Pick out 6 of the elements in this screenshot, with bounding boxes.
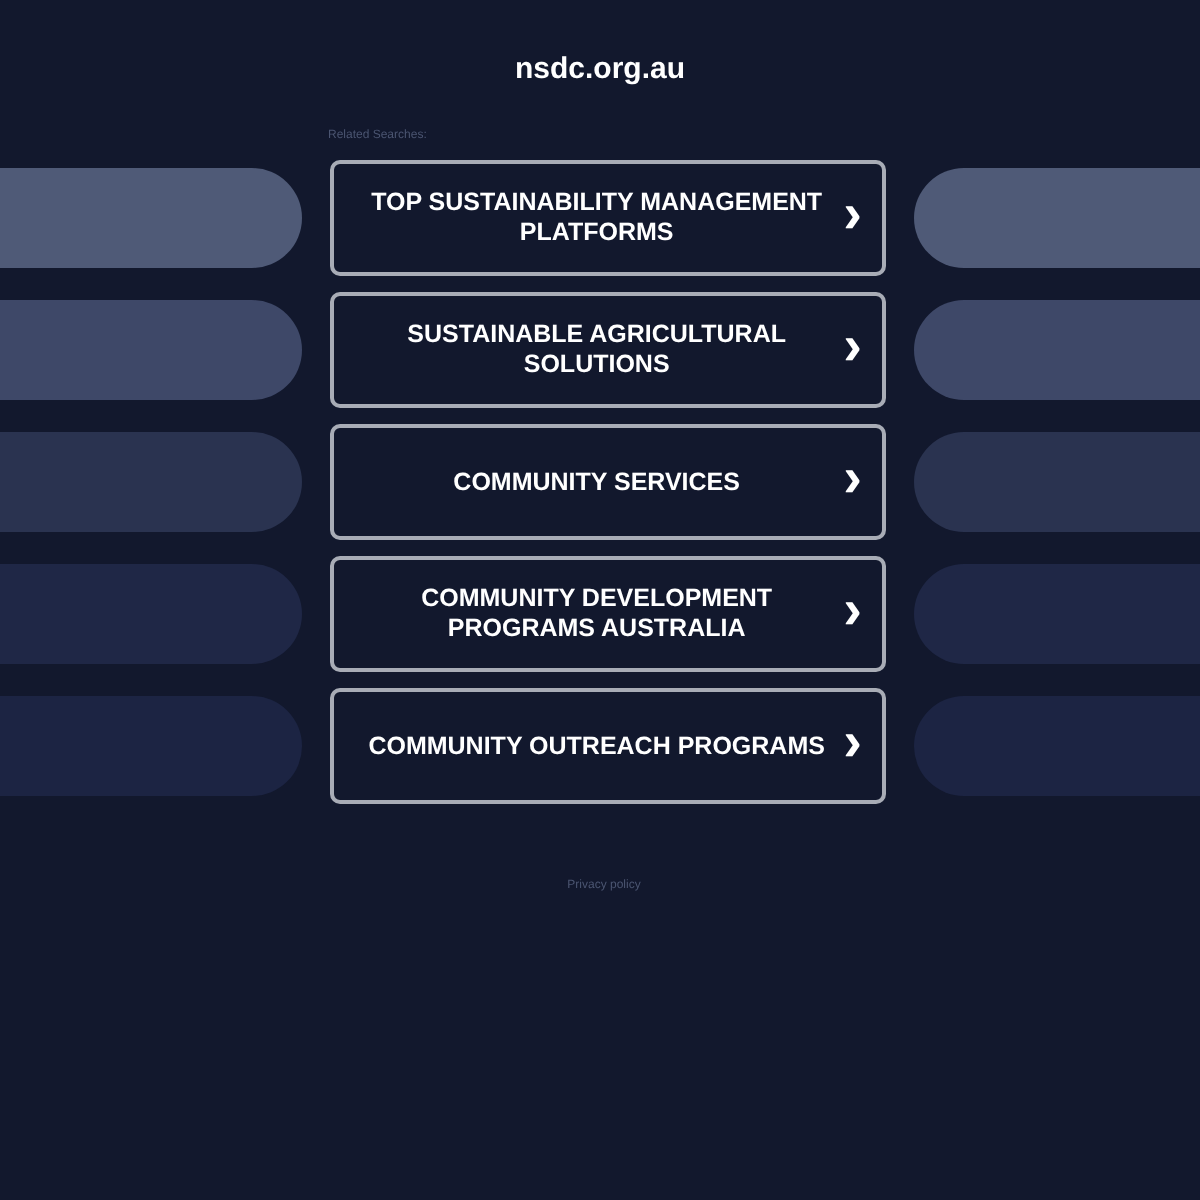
search-link-button[interactable]: COMMUNITY DEVELOPMENT PROGRAMS AUSTRALIA ›: [330, 556, 886, 672]
search-link-button[interactable]: TOP SUSTAINABILITY MANAGEMENT PLATFORMS ›: [330, 160, 886, 276]
search-link-button[interactable]: COMMUNITY OUTREACH PROGRAMS ›: [330, 688, 886, 804]
site-title: nsdc.org.au: [514, 50, 685, 90]
search-link-button[interactable]: SUSTAINABLE AGRICULTURAL SOLUTIONS ›: [330, 292, 886, 408]
search-link-button[interactable]: COMMUNITY SERVICES ›: [330, 424, 886, 540]
